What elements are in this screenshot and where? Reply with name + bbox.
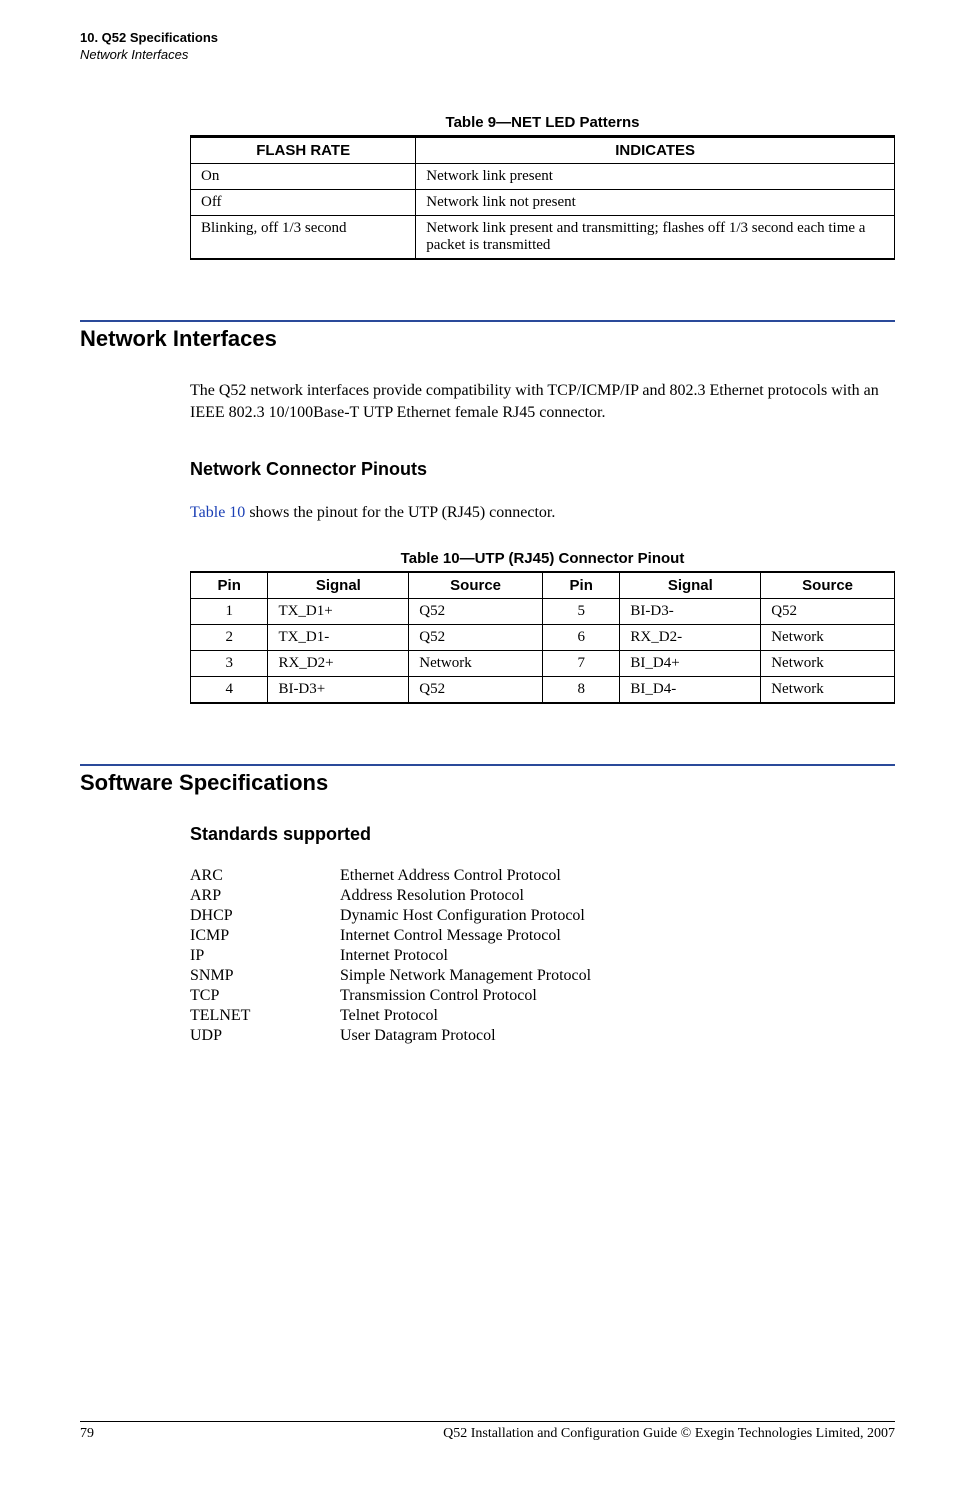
standard-desc: User Datagram Protocol bbox=[340, 1027, 895, 1045]
table10-header-source: Source bbox=[409, 572, 543, 599]
heading-software-specifications: Software Specifications bbox=[80, 770, 895, 796]
table10-cell: 3 bbox=[191, 650, 268, 676]
paragraph: The Q52 network interfaces provide compa… bbox=[190, 380, 895, 425]
table10-cell: 2 bbox=[191, 624, 268, 650]
table10-cell: TX_D1+ bbox=[268, 598, 409, 624]
standard-abbr: SNMP bbox=[190, 967, 340, 985]
table10-cell: Q52 bbox=[409, 676, 543, 703]
table10-cell: Q52 bbox=[761, 598, 895, 624]
table10-cell: 8 bbox=[542, 676, 619, 703]
standard-desc: Address Resolution Protocol bbox=[340, 887, 895, 905]
page-footer: 79 Q52 Installation and Configuration Gu… bbox=[80, 1421, 895, 1442]
table10-cell: Network bbox=[761, 624, 895, 650]
table9-header-indicates: INDICATES bbox=[416, 136, 895, 163]
table10-caption: Table 10—UTP (RJ45) Connector Pinout bbox=[190, 550, 895, 567]
standard-abbr: UDP bbox=[190, 1027, 340, 1045]
table10-cell: BI_D4- bbox=[620, 676, 761, 703]
standard-abbr: ICMP bbox=[190, 927, 340, 945]
table10-header-pin: Pin bbox=[542, 572, 619, 599]
table10-cell: RX_D2- bbox=[620, 624, 761, 650]
table10-cell: Q52 bbox=[409, 624, 543, 650]
standard-abbr: ARC bbox=[190, 867, 340, 885]
standard-desc: Internet Protocol bbox=[340, 947, 895, 965]
standard-desc: Internet Control Message Protocol bbox=[340, 927, 895, 945]
table10-cell: RX_D2+ bbox=[268, 650, 409, 676]
paragraph: Table 10 shows the pinout for the UTP (R… bbox=[190, 502, 895, 524]
standard-abbr: TELNET bbox=[190, 1007, 340, 1025]
crossref-link[interactable]: Table 10 bbox=[190, 504, 245, 521]
standards-list: ARCEthernet Address Control Protocol ARP… bbox=[190, 867, 895, 1045]
running-header: 10. Q52 Specifications Network Interface… bbox=[80, 30, 895, 64]
footer-text: Q52 Installation and Configuration Guide… bbox=[443, 1426, 895, 1442]
standard-abbr: ARP bbox=[190, 887, 340, 905]
table10-cell: Network bbox=[761, 650, 895, 676]
table9-caption: Table 9—NET LED Patterns bbox=[190, 114, 895, 131]
table10-cell: 4 bbox=[191, 676, 268, 703]
standard-abbr: TCP bbox=[190, 987, 340, 1005]
table10-header-signal: Signal bbox=[620, 572, 761, 599]
page-number: 79 bbox=[80, 1426, 94, 1442]
table9-cell: Blinking, off 1/3 second bbox=[191, 215, 416, 259]
table10-header-pin: Pin bbox=[191, 572, 268, 599]
table10-cell: Network bbox=[409, 650, 543, 676]
standard-abbr: IP bbox=[190, 947, 340, 965]
standard-desc: Transmission Control Protocol bbox=[340, 987, 895, 1005]
heading-standards-supported: Standards supported bbox=[190, 824, 895, 845]
table9-cell: Network link not present bbox=[416, 189, 895, 215]
table10-cell: BI-D3+ bbox=[268, 676, 409, 703]
heading-network-interfaces: Network Interfaces bbox=[80, 326, 895, 352]
table9-cell: Network link present bbox=[416, 163, 895, 189]
table9-cell: Off bbox=[191, 189, 416, 215]
table10-header-signal: Signal bbox=[268, 572, 409, 599]
running-header-section: Network Interfaces bbox=[80, 47, 895, 64]
standard-desc: Telnet Protocol bbox=[340, 1007, 895, 1025]
table10-cell: 5 bbox=[542, 598, 619, 624]
running-header-chapter: 10. Q52 Specifications bbox=[80, 30, 895, 47]
table10-cell: 7 bbox=[542, 650, 619, 676]
table10-cell: 6 bbox=[542, 624, 619, 650]
table9-header-flashrate: FLASH RATE bbox=[191, 136, 416, 163]
standard-desc: Simple Network Management Protocol bbox=[340, 967, 895, 985]
table10-cell: Network bbox=[761, 676, 895, 703]
table9-cell: Network link present and transmitting; f… bbox=[416, 215, 895, 259]
table10-cell: BI_D4+ bbox=[620, 650, 761, 676]
table10-cell: TX_D1- bbox=[268, 624, 409, 650]
standard-desc: Ethernet Address Control Protocol bbox=[340, 867, 895, 885]
table9: FLASH RATE INDICATES On Network link pre… bbox=[190, 135, 895, 260]
table10-cell: 1 bbox=[191, 598, 268, 624]
standard-desc: Dynamic Host Configuration Protocol bbox=[340, 907, 895, 925]
table9-cell: On bbox=[191, 163, 416, 189]
table10-cell: Q52 bbox=[409, 598, 543, 624]
table10-header-source: Source bbox=[761, 572, 895, 599]
table10: Pin Signal Source Pin Signal Source 1 TX… bbox=[190, 571, 895, 704]
standard-abbr: DHCP bbox=[190, 907, 340, 925]
table10-cell: BI-D3- bbox=[620, 598, 761, 624]
paragraph-text: shows the pinout for the UTP (RJ45) conn… bbox=[245, 504, 555, 521]
heading-connector-pinouts: Network Connector Pinouts bbox=[190, 459, 895, 480]
